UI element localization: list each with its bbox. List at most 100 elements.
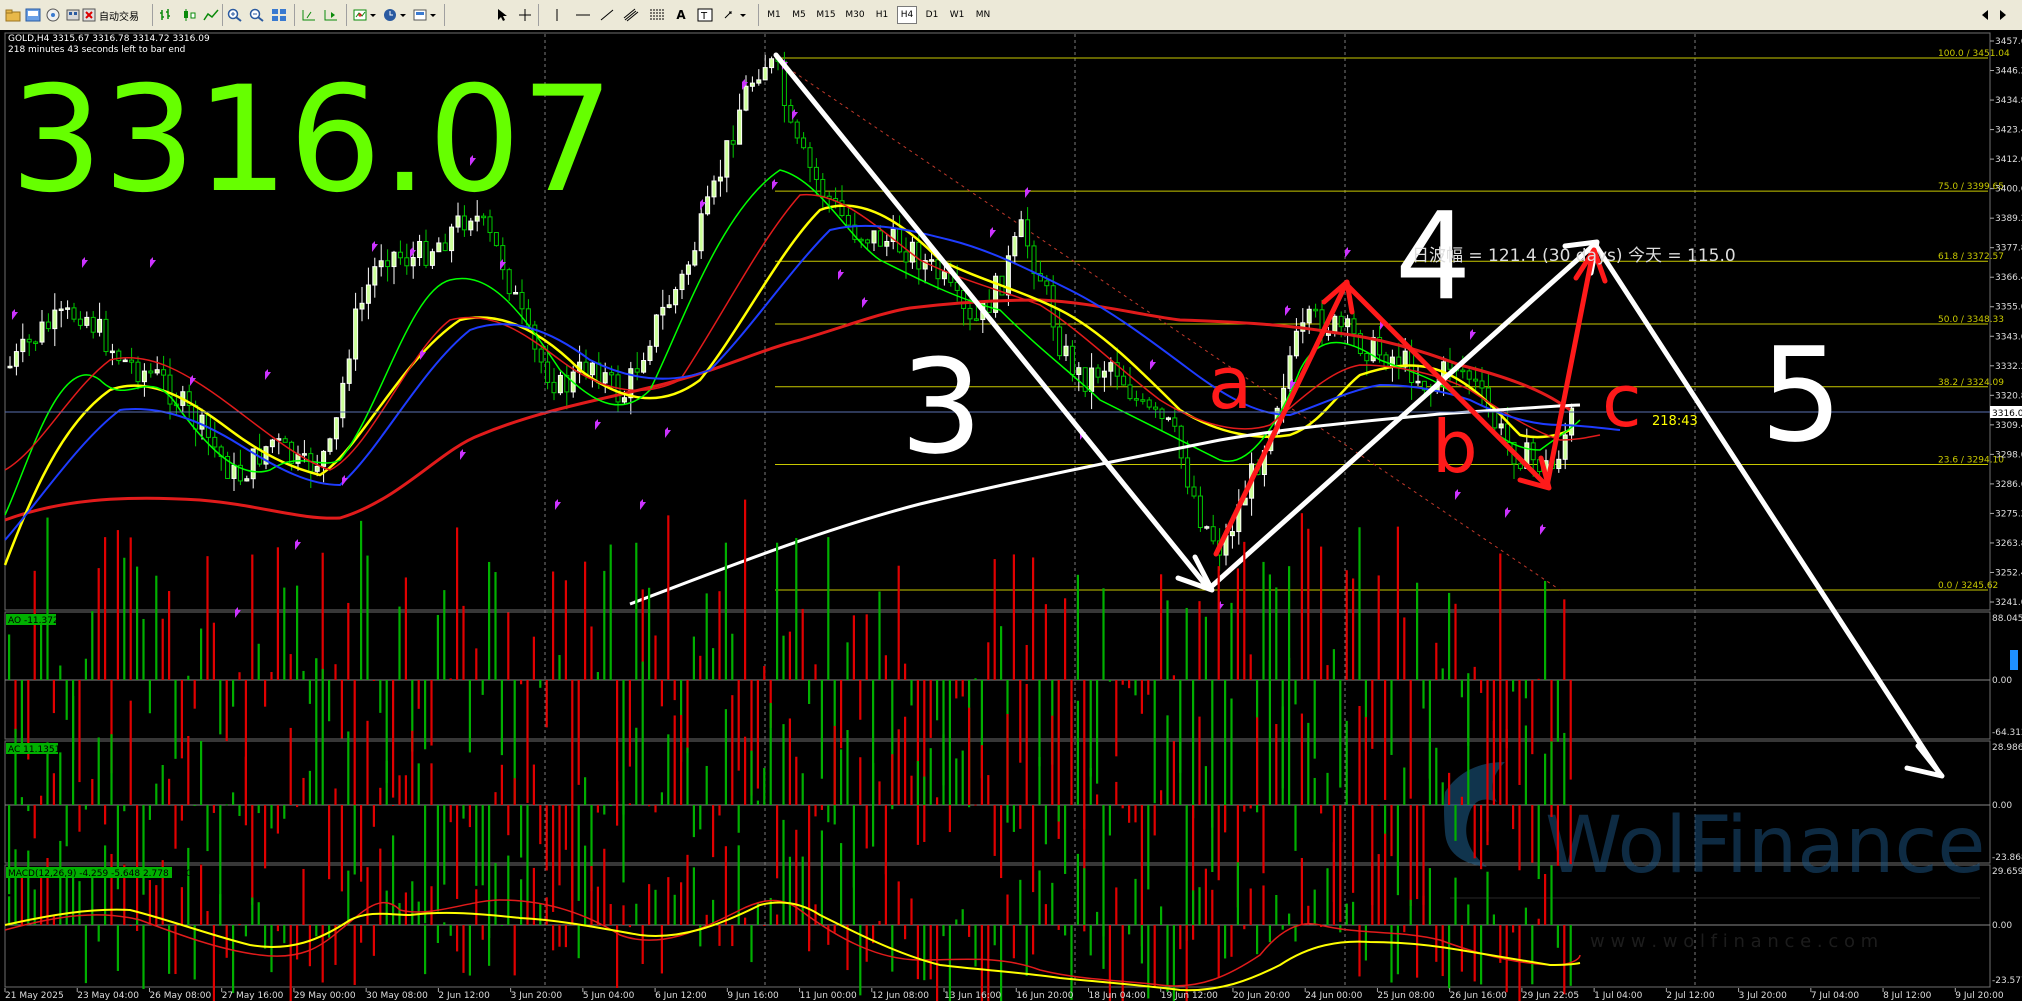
histogram-bar [52,680,55,714]
periods-dropdown[interactable] [382,5,408,25]
timeframe-h1[interactable]: H1 [872,6,892,24]
scroll-right-icon[interactable] [1996,5,2010,25]
timeframe-m30[interactable]: M30 [843,6,867,24]
candle-body [538,348,544,363]
navigator-icon[interactable] [64,5,82,25]
candlestick-icon[interactable] [180,5,198,25]
text-label-icon[interactable]: T [696,5,714,25]
chart-area[interactable]: WolFinance w w w . w o l f i n a n c e .… [0,30,2022,1001]
channel-icon[interactable] [622,5,640,25]
zoom-in-icon[interactable] [226,5,244,25]
histogram-bar [289,654,292,680]
indicators-dropdown[interactable] [352,5,378,25]
histogram-bar [1281,925,1284,930]
crosshair-icon[interactable] [516,5,534,25]
histogram-bar [302,868,305,925]
histogram-bar [827,925,830,945]
market-watch-icon[interactable] [44,5,62,25]
histogram-bar [264,925,267,949]
histogram-bar [1224,925,1227,959]
candle-body [865,239,871,244]
histogram-bar [1326,772,1329,805]
histogram-bar [257,805,260,814]
candle-body [1057,326,1063,357]
timeframe-m15[interactable]: M15 [814,6,838,24]
trendline-icon[interactable] [598,5,616,25]
horizontal-line-icon[interactable] [574,5,592,25]
histogram-bar [1038,870,1041,925]
histogram-bar [1326,665,1329,680]
candle-body [122,359,128,363]
candle-body [724,140,730,178]
candle-body [711,180,717,198]
scroll-left-icon[interactable] [1978,5,1992,25]
arrows-dropdown[interactable] [722,5,748,25]
timeframe-d1[interactable]: D1 [922,6,942,24]
profiles-icon[interactable] [24,5,42,25]
candle-body [161,369,167,376]
chart-shift-icon[interactable] [300,5,318,25]
histogram-bar [1096,680,1099,784]
timeframe-w1[interactable]: W1 [947,6,967,24]
histogram-bar [65,805,68,847]
histogram-bar [398,606,401,680]
histogram-bar [692,805,695,838]
auto-trading-button[interactable]: 自动交易 [82,5,144,25]
candle-body [429,251,435,266]
line-chart-icon[interactable] [202,5,220,25]
candle-body [1210,526,1216,542]
histogram-bar [1371,680,1374,749]
tile-windows-icon[interactable] [270,5,288,25]
templates-dropdown[interactable] [412,5,438,25]
histogram-bar [72,874,75,925]
histogram-bar [1096,911,1099,925]
timeframe-m5[interactable]: M5 [789,6,809,24]
candle-body [148,370,154,374]
histogram-bar [1096,794,1099,805]
histogram-bar [1115,680,1118,757]
histogram-bar [1416,582,1419,680]
cursor-icon[interactable] [494,5,512,25]
histogram-bar [878,781,881,805]
histogram-bar [1486,871,1489,925]
histogram-bar [1448,925,1451,989]
price-axis-label: 3252.40 [1995,568,2022,578]
macd-label: MACD(12,26,9) -4.259 -5.648 2.778 0.000 [6,867,198,879]
histogram-bar [1422,680,1425,709]
histogram-bar [692,867,695,925]
histogram-bar [1038,680,1041,767]
candle-body [321,450,327,467]
text-tool-icon[interactable]: A [672,5,690,25]
zoom-out-icon[interactable] [248,5,266,25]
candle-body [1479,380,1485,389]
timeframe-h4[interactable]: H4 [897,6,917,24]
timeframe-m1[interactable]: M1 [764,6,784,24]
auto-scroll-icon[interactable] [322,5,340,25]
timeframe-mn[interactable]: MN [972,6,994,24]
candle-body [167,374,173,405]
fibonacci-icon[interactable] [648,5,666,25]
candle-body [769,58,775,69]
histogram-bar [590,866,593,925]
histogram-bar [8,896,11,925]
histogram-bar [340,680,343,739]
histogram-bar [1236,568,1239,680]
vertical-line-icon[interactable] [548,5,566,25]
histogram-bar [763,767,766,805]
histogram-bar [1224,805,1227,833]
histogram-bar [1345,720,1348,805]
histogram-bar [168,925,171,974]
chart-header-countdown: 218 minutes 43 seconds left to bar end [8,45,185,55]
histogram-bar [897,565,900,680]
histogram-bar [366,555,369,680]
histogram-bar [635,542,638,680]
histogram-bar [923,925,926,981]
histogram-bar [129,700,132,805]
bar-chart-icon[interactable] [158,5,176,25]
histogram-bar [308,925,311,967]
histogram-bar [40,622,43,680]
histogram-bar [20,797,23,805]
folder-icon[interactable] [4,5,22,25]
histogram-bar [238,805,241,816]
histogram-bar [1128,925,1131,935]
